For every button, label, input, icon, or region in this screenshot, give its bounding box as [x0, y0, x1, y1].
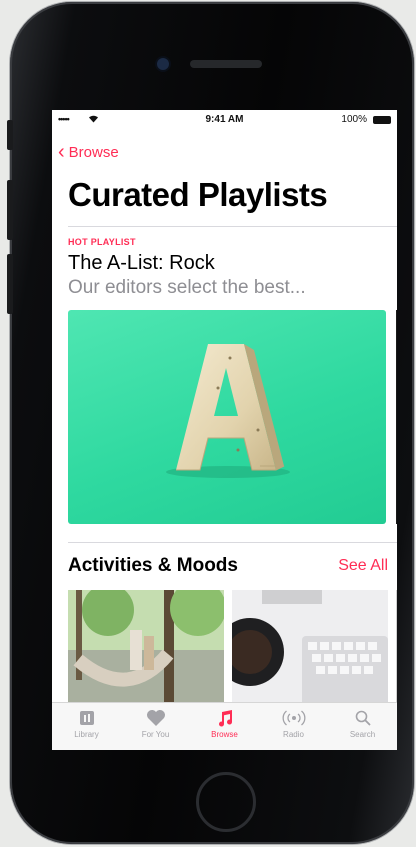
tab-browse-label: Browse [211, 730, 238, 739]
featured-title[interactable]: The A-List: Rock [68, 252, 215, 275]
tab-search[interactable]: Search [328, 703, 397, 750]
tab-search-label: Search [349, 730, 376, 739]
volume-up-button [7, 180, 13, 240]
music-note-icon [218, 710, 232, 727]
next-featured-artwork[interactable] [396, 310, 397, 524]
featured-subtitle: Our editors select the best... [68, 277, 306, 298]
page-title: Curated Playlists [68, 176, 328, 213]
volume-down-button [7, 254, 13, 314]
featured-artwork[interactable] [68, 310, 386, 524]
battery-icon [373, 116, 391, 124]
screen: ••••• 9:41 AM 100% ‹ Browse Curated Play… [52, 110, 397, 750]
section-title: Activities & Moods [68, 555, 238, 576]
radio-icon [282, 710, 305, 726]
letter-a-sculpture [166, 344, 290, 478]
home-button[interactable] [196, 772, 256, 832]
tab-for-you[interactable]: For You [121, 703, 190, 750]
mute-switch [7, 120, 13, 150]
tab-for-you-label: For You [141, 730, 170, 739]
back-label: Browse [68, 144, 119, 161]
tab-radio[interactable]: Radio [259, 703, 328, 750]
tab-library-label: Library [74, 730, 99, 739]
search-icon [355, 710, 371, 726]
see-all-link[interactable]: See All [338, 557, 388, 575]
iphone-frame: ••••• 9:41 AM 100% ‹ Browse Curated Play… [7, 2, 414, 844]
section-divider [68, 542, 397, 543]
hammock-photo [68, 590, 224, 706]
tab-browse[interactable]: Browse [190, 703, 259, 750]
tab-library[interactable]: Library [52, 703, 121, 750]
featured-eyebrow: HOT PLAYLIST [68, 237, 136, 247]
battery-percent: 100% [341, 114, 367, 125]
status-bar: ••••• 9:41 AM 100% [52, 110, 397, 130]
activity-thumbnail-hammock[interactable] [68, 590, 224, 706]
front-camera [157, 58, 169, 70]
back-button[interactable]: ‹ Browse [58, 141, 119, 163]
tab-bar: Library For You Browse Radio Search [52, 702, 397, 750]
chevron-left-icon: ‹ [58, 141, 65, 163]
earpiece-speaker [190, 60, 262, 68]
activity-thumbnail-workspace[interactable] [232, 590, 388, 706]
tab-radio-label: Radio [283, 730, 304, 739]
library-icon [79, 711, 94, 725]
workspace-photo [232, 590, 388, 706]
header-divider [68, 226, 397, 227]
heart-icon [146, 710, 165, 726]
next-activity-thumbnail[interactable] [396, 590, 397, 706]
